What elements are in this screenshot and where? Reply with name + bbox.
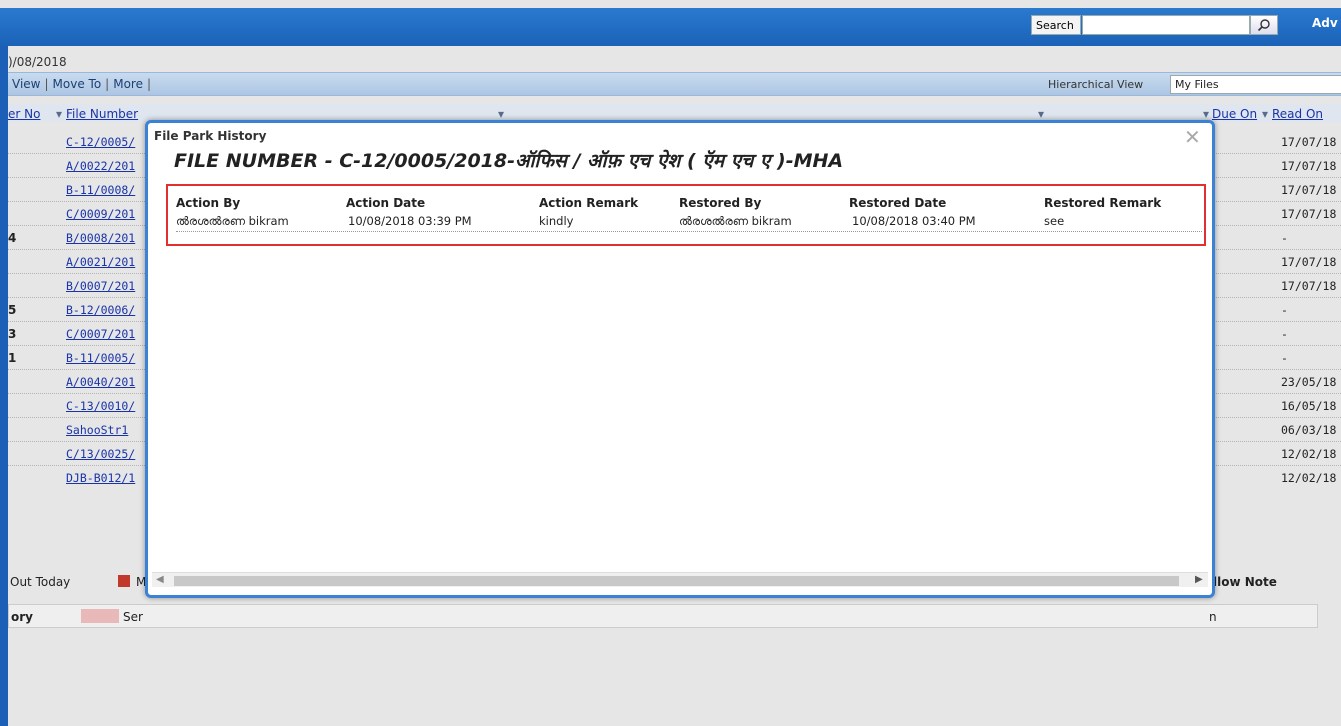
read-on-value: 17/07/18 — [1281, 255, 1337, 269]
read-on-value: 17/07/18 — [1281, 159, 1337, 173]
read-on-value: 12/02/18 — [1281, 471, 1337, 485]
dialog-title: File Park History — [154, 129, 267, 143]
read-on-value: - — [1281, 303, 1288, 317]
legend-bar-2: ory Ser n — [8, 604, 1318, 628]
sort-icon[interactable]: ▾ — [1203, 107, 1209, 121]
left-frame-border — [0, 46, 8, 726]
hdr-action-remark: Action Remark — [539, 196, 639, 210]
hierarchical-view-label: Hierarchical View — [1048, 78, 1144, 91]
file-number-link[interactable]: B/0007/201 — [66, 279, 135, 293]
advanced-search-link[interactable]: Adv — [1312, 16, 1338, 30]
toolbar-more[interactable]: More — [113, 77, 143, 91]
legend-pink-swatch — [81, 609, 119, 623]
val-action-remark: kindly — [539, 214, 574, 228]
scroll-thumb[interactable] — [174, 576, 1179, 586]
file-number-link[interactable]: C/0007/201 — [66, 327, 135, 341]
close-icon[interactable]: ✕ — [1184, 125, 1201, 149]
val-action-date: 10/08/2018 03:39 PM — [348, 214, 472, 228]
date-strip: )/08/2018 — [8, 55, 67, 69]
col-due-on[interactable]: Due On — [1212, 107, 1257, 121]
read-on-value: - — [1281, 327, 1288, 341]
action-toolbar: View | Move To | More | Hierarchical View My … — [8, 72, 1341, 96]
file-number-link[interactable]: B-12/0006/ — [66, 303, 135, 317]
val-action-by: ൽരശൽരണ bikram — [176, 214, 289, 228]
search-input[interactable] — [1082, 15, 1250, 35]
sort-icon[interactable]: ▾ — [56, 107, 62, 121]
file-number-link[interactable]: B/0008/201 — [66, 231, 135, 245]
hdr-action-by: Action By — [176, 196, 241, 210]
file-number-link[interactable]: A/0022/201 — [66, 159, 135, 173]
read-on-value: 06/03/18 — [1281, 423, 1337, 437]
file-number-link[interactable]: B-11/0005/ — [66, 351, 135, 365]
row-sno: 4 — [8, 231, 17, 245]
toolbar-move-to[interactable]: Move To — [53, 77, 102, 91]
legend-yellow-note: llow Note — [1213, 575, 1277, 589]
col-sno[interactable]: er No — [8, 107, 40, 121]
search-button[interactable] — [1250, 15, 1278, 35]
read-on-value: - — [1281, 351, 1288, 365]
read-on-value: 17/07/18 — [1281, 183, 1337, 197]
read-on-value: 17/07/18 — [1281, 207, 1337, 221]
legend-ory: ory — [11, 610, 33, 624]
history-table-box: Action By Action Date Action Remark Rest… — [166, 184, 1206, 246]
val-restored-by: ൽരശൽരണ bikram — [679, 214, 792, 228]
hdr-restored-by: Restored By — [679, 196, 762, 210]
sort-icon: ▾ — [498, 107, 505, 121]
history-table: Action By Action Date Action Remark Rest… — [176, 194, 1202, 232]
search-label: Search — [1031, 15, 1081, 35]
sort-icon[interactable]: ▾ — [1262, 107, 1268, 121]
row-sno: 5 — [8, 303, 17, 317]
legend-out-today: Out Today — [10, 575, 71, 589]
read-on-value: 12/02/18 — [1281, 447, 1337, 461]
file-number-link[interactable]: A/0040/201 — [66, 375, 135, 389]
read-on-value: 17/07/18 — [1281, 135, 1337, 149]
history-header-row: Action By Action Date Action Remark Rest… — [176, 194, 1202, 212]
scroll-left-icon[interactable]: ◀ — [156, 574, 164, 585]
legend-red-swatch — [118, 575, 130, 587]
search-icon — [1257, 19, 1270, 32]
val-restored-date: 10/08/2018 03:40 PM — [852, 214, 976, 228]
read-on-value: - — [1281, 231, 1288, 245]
row-sno: 3 — [8, 327, 17, 341]
sort-icon[interactable]: ▾ — [1038, 107, 1044, 121]
file-number-link[interactable]: C/13/0025/ — [66, 447, 135, 461]
file-number-link[interactable]: SahooStr1 — [66, 423, 128, 437]
file-number-link[interactable]: B-11/0008/ — [66, 183, 135, 197]
hdr-restored-remark: Restored Remark — [1044, 196, 1162, 210]
read-on-value: 17/07/18 — [1281, 279, 1337, 293]
file-number-heading: FILE NUMBER - C-12/0005/2018-ऑफिस / ऑफ़ … — [174, 150, 844, 172]
folder-select[interactable]: My Files — [1170, 75, 1341, 94]
hdr-action-date: Action Date — [346, 196, 426, 210]
legend-ser: Ser — [123, 610, 143, 624]
row-sno: 1 — [8, 351, 17, 365]
file-number-link[interactable]: A/0021/201 — [66, 255, 135, 269]
val-restored-remark: see — [1044, 214, 1065, 228]
col-file-number[interactable]: File Number — [66, 107, 138, 121]
toolbar-view[interactable]: View — [12, 77, 40, 91]
horizontal-scrollbar[interactable]: ◀ ▶ — [152, 572, 1208, 587]
file-number-link[interactable]: C-13/0010/ — [66, 399, 135, 413]
hdr-restored-date: Restored Date — [849, 196, 947, 210]
file-number-link[interactable]: C/0009/201 — [66, 207, 135, 221]
file-park-history-dialog: File Park History ✕ FILE NUMBER - C-12/0… — [145, 120, 1215, 598]
file-number-link[interactable]: C-12/0005/ — [66, 135, 135, 149]
scroll-right-icon[interactable]: ▶ — [1195, 574, 1203, 585]
read-on-value: 23/05/18 — [1281, 375, 1337, 389]
col-read-on[interactable]: Read On — [1272, 107, 1323, 121]
file-number-link[interactable]: DJB-B012/1 — [66, 471, 135, 485]
legend-n: n — [1209, 610, 1217, 624]
read-on-value: 16/05/18 — [1281, 399, 1337, 413]
history-row: ൽരശൽരണ bikram 10/08/2018 03:39 PM kindly… — [176, 212, 1202, 232]
